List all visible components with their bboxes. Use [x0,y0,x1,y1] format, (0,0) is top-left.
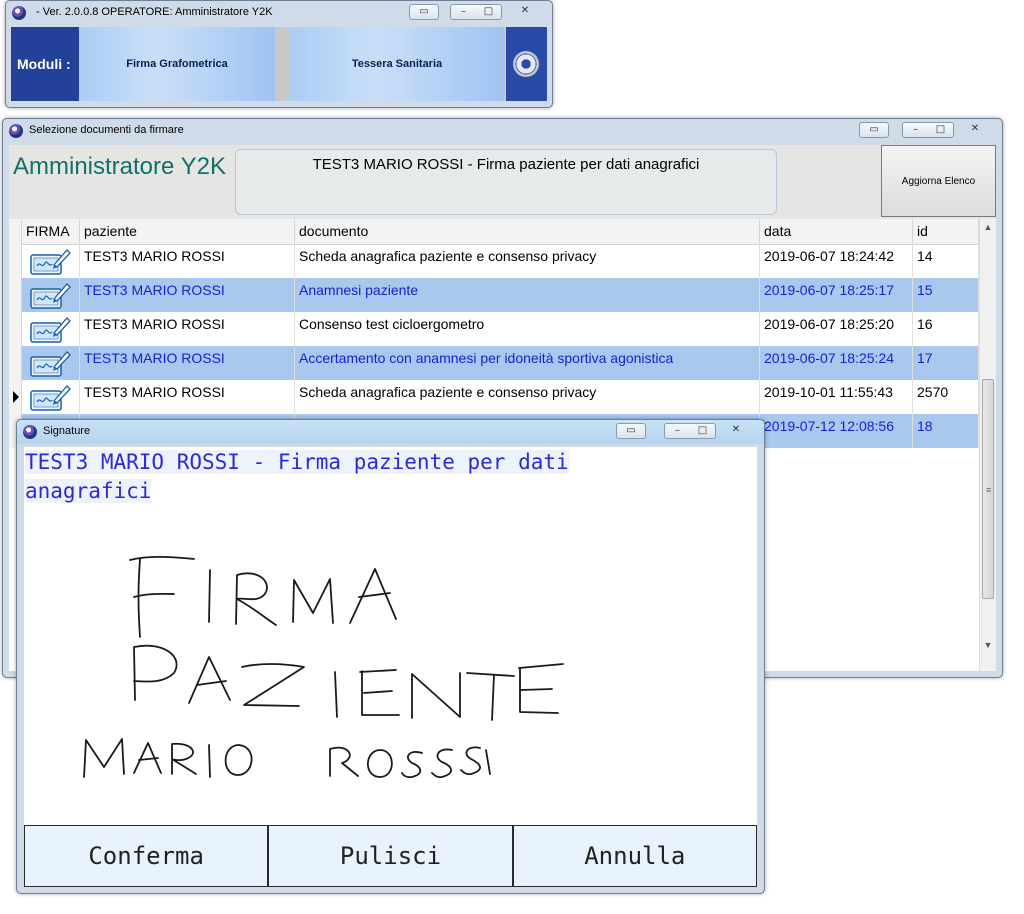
refresh-list-button[interactable]: Aggiorna Elenco [881,145,996,217]
row-selector[interactable] [9,278,22,312]
paziente-cell: TEST3 MARIO ROSSI [80,278,295,312]
sign-document-icon[interactable] [28,246,72,276]
minimize-icon[interactable]: – [665,424,690,438]
sign-document-icon[interactable] [28,382,72,412]
window-title: Signature [43,425,91,437]
table-row[interactable]: TEST3 MARIO ROSSI Consenso test cicloergo… [22,312,979,346]
table-row[interactable]: TEST3 MARIO ROSSI Scheda anagrafica pazie… [22,244,979,278]
row-selector[interactable] [9,244,22,278]
id-cell: 18 [913,414,979,448]
window-controls: – □ [902,122,954,138]
maximize-icon[interactable]: □ [690,424,715,438]
restore-layout-icon[interactable]: ▭ [859,122,889,138]
window-title: Selezione documenti da firmare [29,124,184,136]
signature-canvas[interactable] [24,447,757,847]
id-cell: 14 [913,244,979,278]
table-row[interactable]: TEST3 MARIO ROSSI Anamnesi paziente 2019-0… [22,278,979,312]
gear-icon [513,51,539,77]
data-cell: 2019-06-07 18:25:20 [760,312,913,346]
sign-document-icon[interactable] [28,348,72,378]
window-controls: – □ [664,423,716,439]
module-button-firma-grafometrica[interactable]: Firma Grafometrica [79,27,275,101]
id-cell: 16 [913,312,979,346]
column-header-documento[interactable]: documento [295,219,760,244]
window-title: - Ver. 2.0.0.8 OPERATORE: Amministratore… [36,6,273,18]
current-document-title: TEST3 MARIO ROSSI - Firma paziente per d… [312,156,700,173]
maximize-icon[interactable]: □ [476,5,501,19]
sign-document-icon[interactable] [28,314,72,344]
title-bar: Signature ▭ – □ ✕ [17,420,764,444]
documento-cell: Scheda anagrafica paziente e consenso pr… [295,244,760,278]
row-header-corner [9,219,22,244]
scrollbar-thumb[interactable]: ≡ [982,379,994,599]
documento-cell: Scheda anagrafica paziente e consenso pr… [295,380,760,414]
data-cell: 2019-10-01 11:55:43 [760,380,913,414]
table-header: FIRMA paziente documento data id [9,219,979,245]
firma-cell[interactable] [22,312,80,346]
vertical-scrollbar[interactable]: ▲ ≡ ▼ [979,219,996,671]
data-cell: 2019-06-07 18:25:24 [760,346,913,380]
app-logo-icon [12,6,26,20]
paziente-cell: TEST3 MARIO ROSSI [80,312,295,346]
sign-document-icon[interactable] [28,280,72,310]
handwritten-signature-strokes [83,555,564,779]
data-cell: 2019-07-12 12:08:56 [760,414,913,448]
firma-cell[interactable] [22,380,80,414]
close-icon[interactable]: ✕ [510,4,540,20]
id-cell: 15 [913,278,979,312]
minimize-icon[interactable]: – [903,123,928,137]
column-header-firma[interactable]: FIRMA [22,219,80,244]
app-logo-icon [9,124,23,138]
title-bar: Selezione documenti da firmare ▭ – □ ✕ [3,119,1002,143]
modules-label: Moduli : [11,27,79,101]
confirm-button[interactable]: Conferma [24,825,269,887]
settings-button[interactable] [506,27,547,101]
clear-button[interactable]: Pulisci [268,825,513,887]
window-controls: – □ [450,4,502,20]
paziente-cell: TEST3 MARIO ROSSI [80,380,295,414]
close-icon[interactable]: ✕ [960,122,990,138]
id-cell: 2570 [913,380,979,414]
signature-window: Signature ▭ – □ ✕ TEST3 MARIO ROSSI - Fi… [16,419,765,894]
paziente-cell: TEST3 MARIO ROSSI [80,346,295,380]
row-selector[interactable] [9,380,22,414]
data-cell: 2019-06-07 18:24:42 [760,244,913,278]
paziente-cell: TEST3 MARIO ROSSI [80,244,295,278]
scroll-down-icon[interactable]: ▼ [980,637,996,653]
main-app-window: - Ver. 2.0.0.8 OPERATORE: Amministratore… [5,0,553,108]
cancel-button[interactable]: Annulla [512,825,757,887]
firma-cell[interactable] [22,346,80,380]
module-button-tessera-sanitaria[interactable]: Tessera Sanitaria [290,27,504,101]
data-cell: 2019-06-07 18:25:17 [760,278,913,312]
table-row[interactable]: TEST3 MARIO ROSSI Accertamento con anamne… [22,346,979,380]
column-header-paziente[interactable]: paziente [80,219,295,244]
current-document-panel: TEST3 MARIO ROSSI - Firma paziente per d… [235,149,777,215]
documento-cell: Anamnesi paziente [295,278,760,312]
selection-header: Amministratore Y2K TEST3 MARIO ROSSI - F… [9,145,996,220]
column-header-data[interactable]: data [760,219,913,244]
documento-cell: Accertamento con anamnesi per idoneità s… [295,346,760,380]
restore-layout-icon[interactable]: ▭ [616,423,646,439]
app-logo-icon [23,425,37,439]
module-bar: Moduli : Firma Grafometrica Tessera Sani… [11,27,547,101]
signature-client-area: TEST3 MARIO ROSSI - Firma paziente per d… [24,447,757,887]
title-bar: - Ver. 2.0.0.8 OPERATORE: Amministratore… [6,1,552,25]
documento-cell: Consenso test cicloergometro [295,312,760,346]
row-selector[interactable] [9,346,22,380]
row-selector[interactable] [9,312,22,346]
operator-name: Amministratore Y2K [13,153,226,180]
table-row[interactable]: TEST3 MARIO ROSSI Scheda anagrafica pazie… [22,380,979,414]
close-icon[interactable]: ✕ [721,423,751,439]
signature-prompt: TEST3 MARIO ROSSI - Firma paziente per d… [25,450,569,503]
firma-cell[interactable] [22,244,80,278]
restore-layout-icon[interactable]: ▭ [409,4,439,20]
maximize-icon[interactable]: □ [928,123,953,137]
firma-cell[interactable] [22,278,80,312]
minimize-icon[interactable]: – [451,5,476,19]
signature-action-bar: Conferma Pulisci Annulla [24,825,757,887]
column-header-id[interactable]: id [913,219,979,244]
id-cell: 17 [913,346,979,380]
scroll-up-icon[interactable]: ▲ [980,219,996,235]
